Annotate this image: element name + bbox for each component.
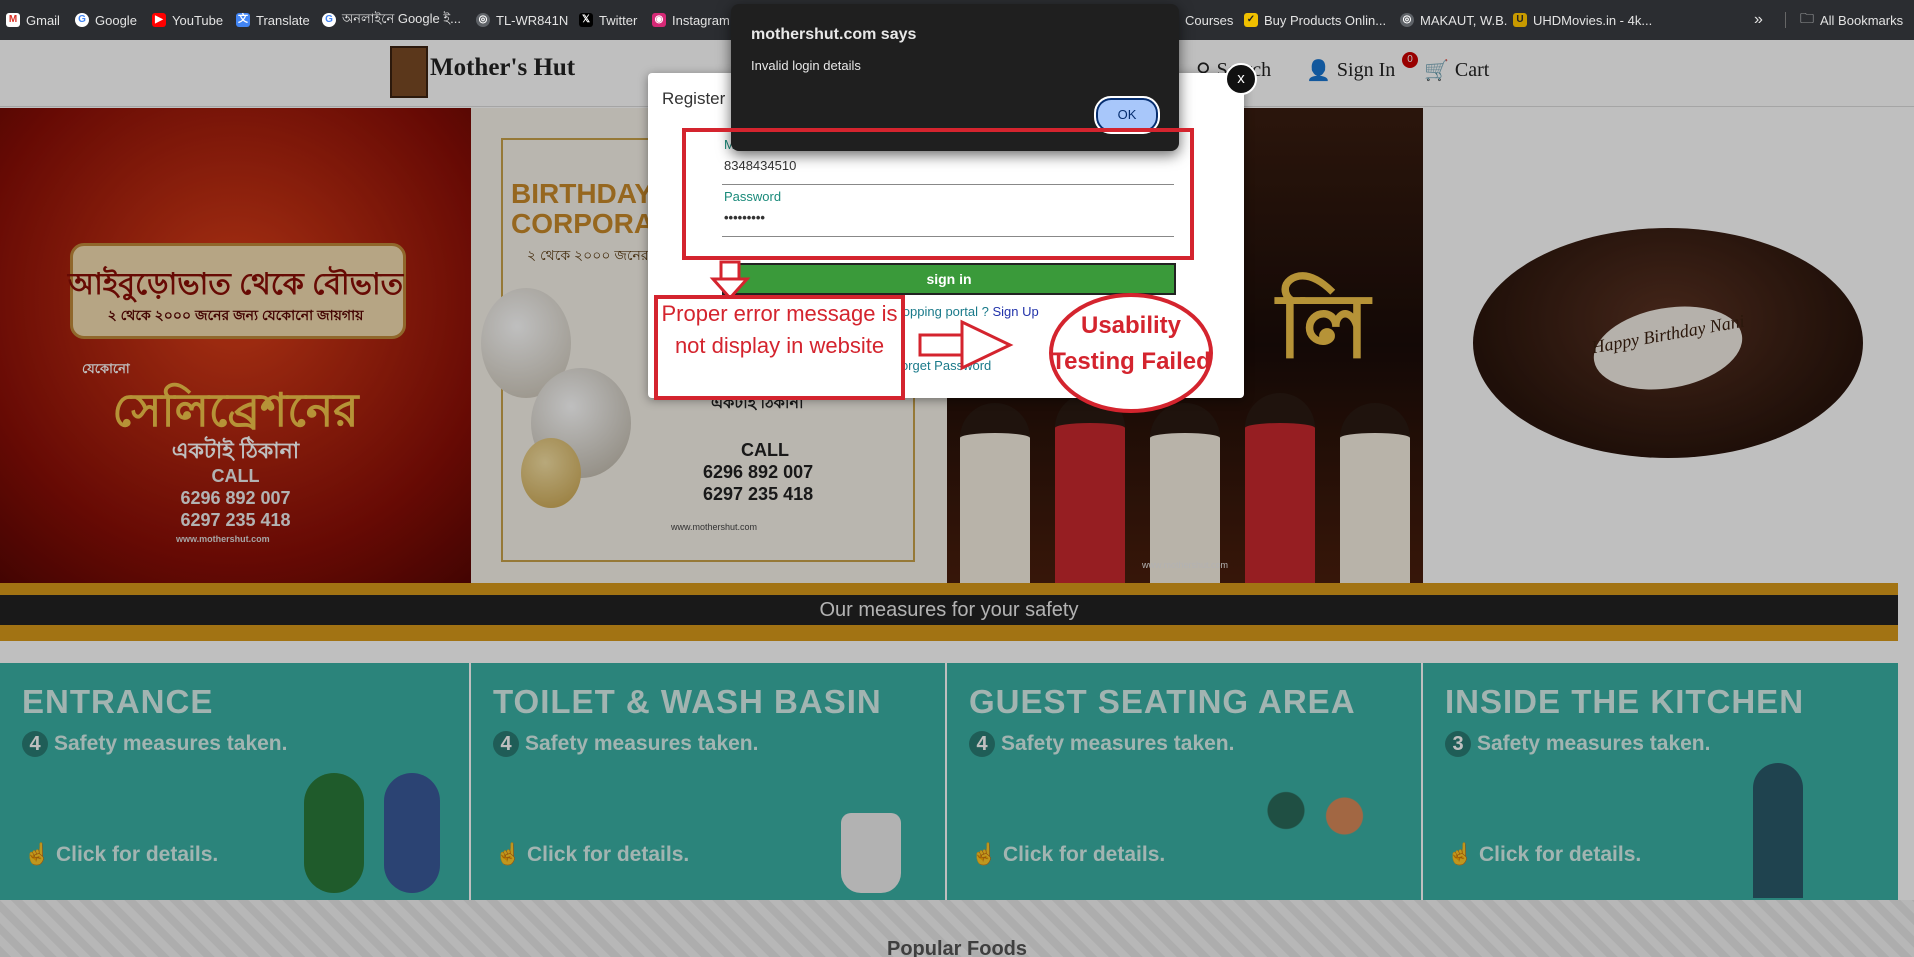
- bookmark-courses[interactable]: Courses: [1185, 10, 1233, 30]
- x-icon: 𝕏: [579, 13, 593, 27]
- bookmark-instagram[interactable]: ◉ Instagram: [652, 10, 730, 30]
- bookmark-uhdmovies[interactable]: U UHDMovies.in - 4k...: [1513, 10, 1652, 30]
- bookmark-twitter[interactable]: 𝕏 Twitter: [579, 10, 637, 30]
- forget-password-link[interactable]: Forget Password: [893, 358, 991, 373]
- globe-icon: ◎: [1400, 13, 1414, 27]
- annotation-note-left: Proper error message is not display in w…: [661, 301, 898, 358]
- alert-title: mothershut.com says: [751, 26, 917, 43]
- bookmark-router[interactable]: ◎ TL-WR841N: [476, 10, 568, 30]
- google-icon: G: [75, 13, 89, 27]
- instagram-icon: ◉: [652, 13, 666, 27]
- signin-button[interactable]: sign in: [722, 263, 1176, 295]
- annotation-note-right: Usability Testing Failed: [1051, 312, 1211, 375]
- bookmark-translate[interactable]: 文 Translate: [236, 10, 310, 30]
- globe-icon: ◎: [476, 13, 490, 27]
- or-divider: OR: [937, 331, 957, 346]
- bookmark-makaut[interactable]: ◎ MAKAUT, W.B.: [1400, 10, 1507, 30]
- bookmark-youtube[interactable]: ▶ YouTube: [152, 10, 223, 30]
- bookmarks-overflow-button[interactable]: »: [1754, 10, 1763, 30]
- signup-link[interactable]: Sign Up: [992, 304, 1038, 319]
- bookmark-google[interactable]: G Google: [75, 10, 137, 30]
- shop-icon: ✓: [1244, 13, 1258, 27]
- modal-close-button[interactable]: x: [1225, 63, 1257, 95]
- google-icon: G: [322, 13, 336, 27]
- translate-icon: 文: [236, 13, 250, 27]
- all-bookmarks-button[interactable]: 🗀 All Bookmarks: [1800, 10, 1903, 30]
- bookmark-gmail[interactable]: M Gmail: [6, 10, 60, 30]
- modal-title: Register: [662, 89, 726, 108]
- alert-message: Invalid login details: [751, 58, 861, 73]
- uhd-icon: U: [1513, 13, 1527, 27]
- folder-icon: 🗀: [1800, 10, 1814, 26]
- bookmark-google-bn[interactable]: G অনলাইনে Google ই...: [322, 10, 461, 30]
- youtube-icon: ▶: [152, 13, 166, 27]
- bookmark-buy-products[interactable]: ✓ Buy Products Onlin...: [1244, 10, 1386, 30]
- annotation-box-fields: [682, 128, 1194, 260]
- gmail-icon: M: [6, 13, 20, 27]
- divider: [1785, 12, 1786, 28]
